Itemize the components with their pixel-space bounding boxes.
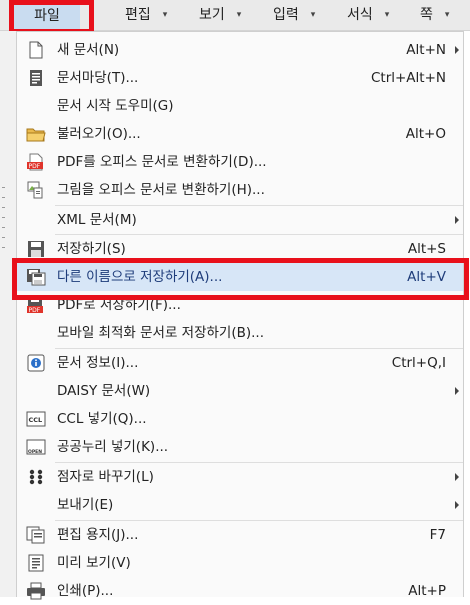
print-icon [26,582,46,600]
menu-item-save-as[interactable]: 다른 이름으로 저장하기(A)... Alt+V [17,263,463,291]
chevron-down-icon: ▾ [444,10,450,20]
svg-text:CCL: CCL [29,416,43,424]
submenu-arrow-icon [455,216,459,224]
submenu-arrow-icon [455,46,459,54]
submenu-arrow-icon [455,501,459,509]
menu-view[interactable]: 보기 ▾ [199,0,241,30]
folder-icon [26,125,46,143]
save-pdf-icon: PDF [26,296,46,314]
submenu-arrow-icon [455,473,459,481]
chevron-down-icon: ▾ [236,10,242,20]
menu-item-new-document[interactable]: 새 문서(N) Alt+N [17,36,463,64]
svg-text:OPEN: OPEN [28,449,42,455]
menu-item-doc-info[interactable]: 문서 정보(I)... Ctrl+Q,I [17,349,463,377]
chevron-down-icon: ▾ [310,10,316,20]
menu-item-open-license[interactable]: OPEN 공공누리 넣기(K)... [17,433,463,461]
new-document-icon [26,41,46,59]
template-icon [26,69,46,87]
save-icon [26,240,46,258]
menu-item-save-mobile[interactable]: 모바일 최적화 문서로 저장하기(B)... [17,319,463,347]
menu-page[interactable]: 쪽 ▾ [420,0,449,30]
menu-edit[interactable]: 편집 ▾ [125,0,167,30]
menu-item-print[interactable]: 인쇄(P)... Alt+P [17,577,463,605]
menu-item-braille[interactable]: 점자로 바꾸기(L) [17,463,463,491]
menu-item-save-pdf[interactable]: PDF PDF로 저장하기(F)... [17,291,463,319]
menu-item-xml-doc[interactable]: XML 문서(M) [17,206,463,234]
preview-icon [26,554,46,572]
chevron-down-icon: ▾ [384,10,390,20]
info-icon [26,354,46,372]
menu-item-preview[interactable]: 미리 보기(V) [17,549,463,577]
menu-file[interactable]: 파일 [14,3,80,29]
submenu-arrow-icon [455,387,459,395]
ccl-icon: CCL [26,410,46,428]
menu-input[interactable]: 입력 ▾ [273,0,315,30]
menu-format[interactable]: 서식 ▾ [347,0,389,30]
menu-item-open[interactable]: 불러오기(O)... Alt+O [17,120,463,148]
menu-item-save[interactable]: 저장하기(S) Alt+S [17,235,463,263]
chevron-down-icon: ▾ [162,10,168,20]
menu-bar: 파일 편집 ▾ 보기 ▾ 입력 ▾ 서식 ▾ 쪽 ▾ [0,0,470,31]
page-setup-icon [26,526,46,544]
menu-item-doc-wizard[interactable]: 문서 시작 도우미(G) [17,92,463,120]
document-ruler [0,31,17,597]
pdf-icon: PDF [26,153,46,171]
file-menu-dropdown: 새 문서(N) Alt+N 문서마당(T)... Ctrl+Alt+N 문서 시… [16,31,464,600]
svg-text:PDF: PDF [29,307,41,314]
braille-icon [26,468,46,486]
menu-item-page-setup[interactable]: 편집 용지(J)... F7 [17,521,463,549]
image-convert-icon [26,181,46,199]
menu-item-ccl[interactable]: CCL CCL 넣기(Q)... [17,405,463,433]
svg-text:PDF: PDF [29,163,41,170]
menu-item-send[interactable]: 보내기(E) [17,491,463,519]
menu-item-pdf-convert[interactable]: PDF PDF를 오피스 문서로 변환하기(D)... [17,148,463,176]
open-license-icon: OPEN [26,438,46,456]
save-as-icon [26,268,46,286]
menu-item-template[interactable]: 문서마당(T)... Ctrl+Alt+N [17,64,463,92]
menu-item-daisy[interactable]: DAISY 문서(W) [17,377,463,405]
menu-item-image-convert[interactable]: 그림을 오피스 문서로 변환하기(H)... [17,176,463,204]
